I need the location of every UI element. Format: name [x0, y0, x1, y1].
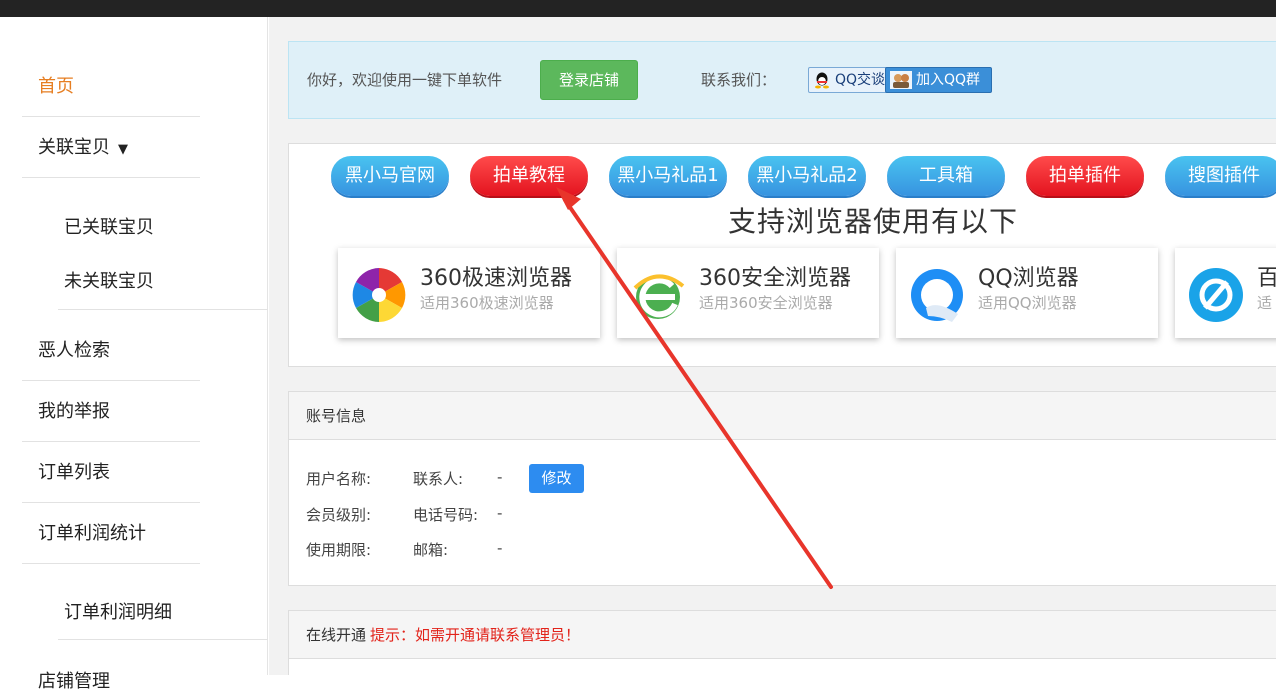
toolbox-button[interactable]: 工具箱	[887, 156, 1005, 196]
browser-card-qq[interactable]: QQ浏览器 适用QQ浏览器	[896, 248, 1158, 338]
browser-top-bar	[0, 0, 1276, 17]
account-info-panel: 账号信息 用户名称: 联系人: - 修改 会员级别: 电话号码: - 使用期限:…	[288, 391, 1276, 586]
browser-name: QQ浏览器	[978, 266, 1079, 291]
ordering-tutorial-button[interactable]: 拍单教程	[470, 156, 588, 196]
supported-browsers-title: 支持浏览器使用有以下	[728, 205, 1019, 238]
username-label: 用户名称:	[306, 470, 372, 488]
official-site-button[interactable]: 黑小马官网	[331, 156, 449, 196]
sidebar-subitem-linked[interactable]: 已关联宝贝	[64, 213, 154, 239]
join-qq-group-button[interactable]: 加入QQ群	[885, 67, 992, 93]
online-activation-title: 在线开通 提示：如需开通请联系管理员！	[289, 611, 1276, 659]
phone-value: -	[497, 504, 503, 522]
divider	[58, 639, 268, 640]
qq-penguin-icon	[815, 72, 829, 89]
sidebar-subitem-profit-detail[interactable]: 订单利润明细	[64, 598, 172, 624]
browser-card-360-secure[interactable]: 360安全浏览器 适用360安全浏览器	[617, 248, 879, 338]
360-speed-browser-icon	[352, 268, 406, 322]
email-value: -	[497, 539, 503, 557]
360-secure-browser-icon	[633, 274, 685, 319]
sidebar-item-home[interactable]: 首页	[22, 57, 200, 117]
welcome-text: 你好，欢迎使用一键下单软件	[307, 71, 503, 89]
divider	[58, 309, 268, 310]
sidebar-item-my-reports[interactable]: 我的举报	[22, 382, 200, 442]
sidebar-item-linked-products[interactable]: 关联宝贝 ▼	[22, 118, 200, 178]
contact-person-value: -	[497, 468, 503, 486]
welcome-notice: 你好，欢迎使用一键下单软件 登录店铺 联系我们： QQ交谈 加入QQ群	[288, 41, 1276, 119]
sidebar-item-bad-buyer-search[interactable]: 恶人检索	[22, 321, 200, 381]
contact-label: 联系我们：	[701, 71, 777, 89]
sidebar-item-profit-stats[interactable]: 订单利润统计	[22, 504, 200, 564]
browser-card-360-speed[interactable]: 360极速浏览器 适用360极速浏览器	[338, 248, 600, 338]
phone-label: 电话号码:	[413, 506, 479, 524]
edit-button[interactable]: 修改	[529, 464, 584, 493]
online-activation-panel: 在线开通 提示：如需开通请联系管理员！	[288, 610, 1276, 675]
browser-name: 百	[1257, 266, 1276, 291]
contact-person-label: 联系人:	[413, 470, 464, 488]
sidebar-item-store-management[interactable]: 店铺管理	[38, 667, 110, 693]
browser-name: 360安全浏览器	[699, 266, 851, 291]
ordering-plugin-button[interactable]: 拍单插件	[1026, 156, 1144, 196]
qq-browser-icon	[911, 269, 963, 322]
login-store-button[interactable]: 登录店铺	[540, 60, 638, 100]
sidebar: 首页 关联宝贝 ▼ 已关联宝贝 未关联宝贝 恶人检索 我的举报 订单列表 订单利润…	[0, 17, 268, 692]
browser-desc: 适用360极速浏览器	[420, 294, 554, 312]
email-label: 邮箱:	[413, 541, 449, 559]
browser-desc: 适	[1257, 294, 1273, 312]
browser-name: 360极速浏览器	[420, 266, 572, 291]
baidu-browser-icon	[1189, 268, 1243, 322]
activation-tip: 提示：如需开通请联系管理员！	[370, 626, 581, 644]
browser-card-baidu[interactable]: 百 适	[1175, 248, 1276, 338]
member-level-label: 会员级别:	[306, 506, 372, 524]
gift-2-button[interactable]: 黑小马礼品2	[748, 156, 866, 196]
browser-desc: 适用QQ浏览器	[978, 294, 1077, 312]
sidebar-item-order-list[interactable]: 订单列表	[22, 443, 200, 503]
main-content: 你好，欢迎使用一键下单软件 登录店铺 联系我们： QQ交谈 加入QQ群 黑小马官	[269, 17, 1276, 675]
browser-desc: 适用360安全浏览器	[699, 294, 833, 312]
image-search-plugin-button[interactable]: 搜图插件	[1165, 156, 1276, 196]
qq-group-icon	[890, 71, 912, 89]
sidebar-subitem-unlinked[interactable]: 未关联宝贝	[64, 267, 154, 293]
usage-period-label: 使用期限:	[306, 541, 372, 559]
caret-down-icon: ▼	[118, 142, 128, 157]
account-info-title: 账号信息	[289, 392, 1276, 440]
gift-1-button[interactable]: 黑小马礼品1	[609, 156, 727, 196]
links-and-browsers-panel: 黑小马官网 拍单教程 黑小马礼品1 黑小马礼品2 工具箱 拍单插件 搜图插件 支…	[288, 143, 1276, 367]
